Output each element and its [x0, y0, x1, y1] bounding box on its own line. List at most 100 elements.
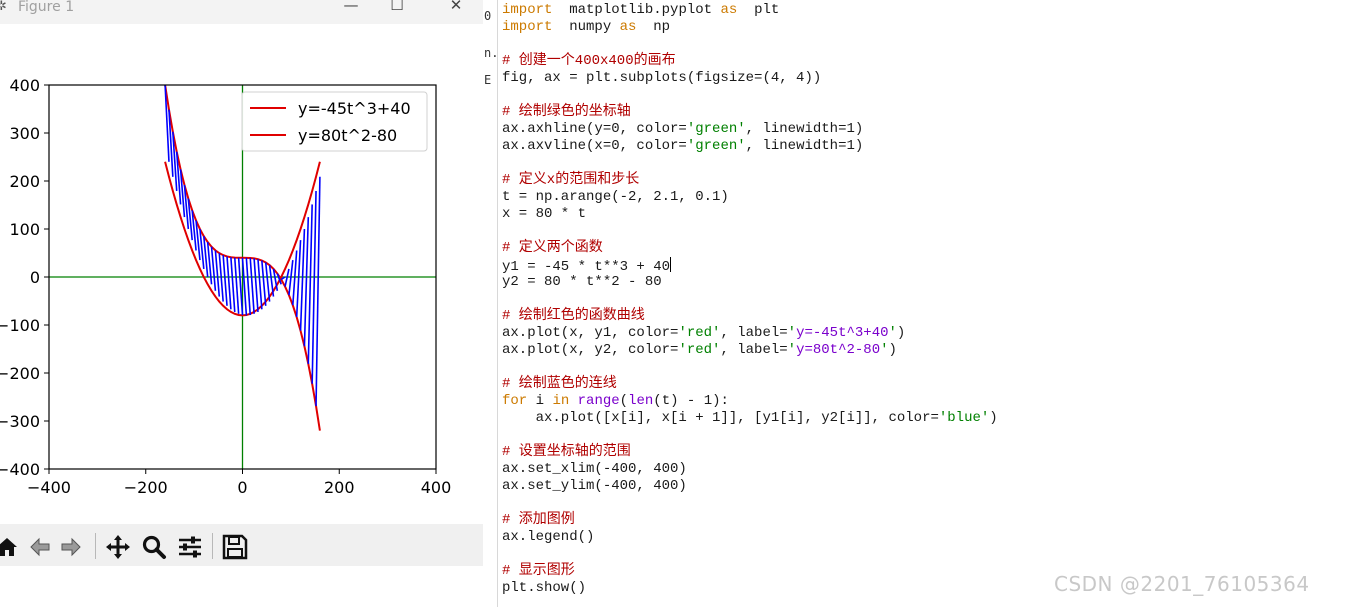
code-token: , linewidth=1) [745, 121, 864, 137]
code-token: ax.axvline(x=0, color= [502, 138, 687, 154]
code-token: ax.plot([x[i], x[i + 1]], [y1[i], y2[i]]… [502, 410, 939, 426]
code-token: ( [619, 393, 629, 409]
toolbar-separator [95, 533, 96, 559]
y-tick-label: 300 [9, 124, 40, 143]
gutter-fragment: n. [484, 46, 499, 60]
code-token: # 定义x的范围和步长 [502, 172, 640, 188]
code-token: ' [888, 325, 897, 341]
code-token: 'green' [686, 138, 746, 154]
y-tick-label: 400 [9, 76, 40, 95]
code-line: # 绘制红色的函数曲线 [502, 308, 998, 325]
code-token: 'red' [678, 342, 721, 358]
code-line: ax.axhline(y=0, color='green', linewidth… [502, 121, 998, 138]
gutter-fragment: E [484, 73, 492, 87]
legend-entry: y=80t^2-80 [298, 126, 397, 145]
code-line: # 创建一个400x400的画布 [502, 53, 998, 70]
code-token: ax.plot(x, y1, color= [502, 325, 679, 341]
code-line: ax.plot(x, y2, color='red', label='y=80t… [502, 342, 998, 359]
code-token: matplotlib.pyplot [552, 2, 721, 18]
x-tick-label: 400 [421, 478, 452, 497]
code-token: plt [737, 2, 780, 18]
text-caret [670, 257, 672, 272]
zoom-icon[interactable] [141, 534, 167, 560]
code-token: range [577, 393, 620, 409]
back-icon[interactable] [27, 534, 53, 560]
gutter-fragment: 0 [484, 9, 492, 23]
code-token: # 绘制红色的函数曲线 [502, 308, 645, 324]
code-line: # 定义两个函数 [502, 240, 998, 257]
code-token: , label= [720, 325, 788, 341]
y-tick-label: 200 [9, 172, 40, 191]
code-line: plt.show() [502, 580, 998, 597]
code-token: for [502, 393, 528, 409]
x-tick-label: 0 [237, 478, 247, 497]
code-token: # 绘制蓝色的连线 [502, 376, 617, 392]
code-token: ax.axhline(y=0, color= [502, 121, 687, 137]
code-token: ) [888, 342, 897, 358]
code-token: np [636, 19, 671, 35]
y-tick-label: 0 [30, 268, 40, 287]
code-token: (t) - 1): [653, 393, 729, 409]
configure-subplots-icon[interactable] [177, 534, 203, 560]
code-token: # 添加图例 [502, 512, 575, 528]
code-token: plt.show() [502, 580, 587, 596]
code-line: # 绘制蓝色的连线 [502, 376, 998, 393]
legend: y=-45t^3+40 y=80t^2-80 [241, 91, 428, 152]
code-token: as [720, 2, 738, 18]
forward-icon[interactable] [58, 534, 84, 560]
code-token: i [527, 393, 553, 409]
code-line: # 定义x的范围和步长 [502, 172, 998, 189]
legend-entry: y=-45t^3+40 [298, 99, 411, 118]
code-text[interactable]: import matplotlib.pyplot as plt import nu… [502, 2, 998, 597]
code-line: import numpy as np [502, 19, 998, 36]
code-token: as [619, 19, 637, 35]
minimize-button[interactable]: — [339, 0, 363, 13]
code-line: ax.set_ylim(-400, 400) [502, 478, 998, 495]
code-line: # 显示图形 [502, 563, 998, 580]
x-tick-label: 200 [324, 478, 355, 497]
y-tick-label: −200 [0, 364, 40, 383]
matplotlib-app-icon: ✲ [0, 0, 7, 14]
code-token: ax.legend() [502, 529, 595, 545]
code-token: ax.set_xlim(-400, 400) [502, 461, 687, 477]
code-line: y2 = 80 * t**2 - 80 [502, 274, 998, 291]
code-token: # 创建一个400x400的画布 [502, 53, 676, 69]
window-title: Figure 1 [18, 0, 75, 15]
code-token: , label= [720, 342, 788, 358]
y-tick-label: −400 [0, 460, 40, 479]
code-token: ) [989, 410, 998, 426]
pan-icon[interactable] [105, 534, 131, 560]
code-token: import [502, 19, 553, 35]
plot-svg: −400 −200 0 200 400 −400 −300 −200 −100 0 100 200 30… [0, 76, 452, 497]
csdn-watermark: CSDN @2201_76105364 [1054, 572, 1310, 596]
code-token: import [502, 2, 553, 18]
code-line: # 设置坐标轴的范围 [502, 444, 998, 461]
save-icon[interactable] [222, 534, 248, 560]
code-token: y1 = -45 * t**3 + 40 [502, 259, 671, 275]
code-token: y2 = 80 * t**2 - 80 [502, 274, 662, 290]
code-token: numpy [552, 19, 620, 35]
code-line: t = np.arange(-2, 2.1, 0.1) [502, 189, 998, 206]
code-token: # 显示图形 [502, 563, 575, 579]
code-line: y1 = -45 * t**3 + 40 [502, 257, 998, 275]
maximize-button[interactable]: ☐ [385, 0, 409, 13]
code-token: t = np.arange(-2, 2.1, 0.1) [502, 189, 729, 205]
code-line: # 绘制绿色的坐标轴 [502, 104, 998, 121]
code-token: ax.set_ylim(-400, 400) [502, 478, 687, 494]
home-icon[interactable] [0, 534, 20, 560]
close-button[interactable]: ✕ [444, 0, 468, 13]
code-line: ax.legend() [502, 529, 998, 546]
code-token: # 绘制绿色的坐标轴 [502, 104, 631, 120]
code-line: for i in range(len(t) - 1): [502, 393, 998, 410]
editor-gutter-border [497, 0, 498, 607]
figure-canvas[interactable]: −400 −200 0 200 400 −400 −300 −200 −100 0 100 200 30… [0, 24, 483, 524]
code-token: len [628, 393, 654, 409]
matplotlib-figure-window: ✲ Figure 1 — ☐ ✕ −400 −200 0 200 400 −400 −300… [0, 0, 483, 566]
